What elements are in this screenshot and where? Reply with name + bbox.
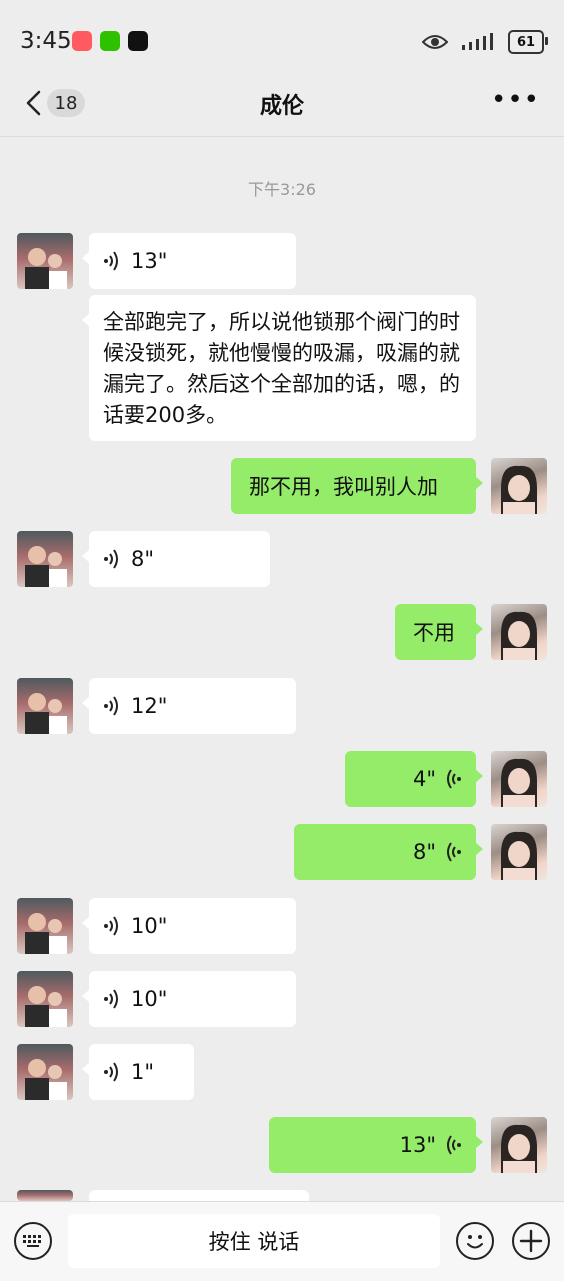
voice-wave-icon <box>104 916 118 936</box>
voice-message-bubble[interactable]: 13" <box>269 1117 483 1173</box>
voice-duration: 10" <box>131 914 168 938</box>
voice-message-bubble[interactable]: 4" <box>345 751 483 807</box>
hold-to-talk-button[interactable]: 按住 说话 <box>68 1214 440 1268</box>
plus-icon <box>519 1229 543 1253</box>
text-message-bubble[interactable]: 不用 <box>395 604 483 660</box>
message-bubble-partial <box>82 1190 309 1222</box>
voice-wave-icon <box>447 769 461 789</box>
my-avatar[interactable] <box>491 604 547 660</box>
voice-message-bubble[interactable]: 8" <box>82 531 270 587</box>
voice-duration: 13" <box>131 249 168 273</box>
message-text: 那不用，我叫别人加 <box>249 475 438 499</box>
message-text: 不用 <box>413 621 455 645</box>
voice-duration: 1" <box>131 1060 155 1084</box>
battery-level: 61 <box>516 34 536 50</box>
contact-avatar[interactable] <box>17 1190 73 1201</box>
voice-wave-icon <box>447 842 461 862</box>
status-bar: 3:45 61 <box>0 0 564 70</box>
battery-icon: 61 <box>508 30 548 54</box>
voice-duration: 12" <box>131 694 168 718</box>
contact-avatar[interactable] <box>17 898 73 954</box>
my-avatar[interactable] <box>491 1117 547 1173</box>
voice-duration: 13" <box>399 1133 436 1157</box>
my-avatar[interactable] <box>491 751 547 807</box>
more-functions-button[interactable] <box>512 1222 550 1260</box>
voice-wave-icon <box>104 549 118 569</box>
text-message-bubble[interactable]: 全部跑完了，所以说他锁那个阀门的时候没锁死，就他慢慢的吸漏，吸漏的就漏完了。然后… <box>82 295 476 441</box>
keyboard-icon <box>23 1235 41 1247</box>
keyboard-toggle-button[interactable] <box>14 1222 52 1260</box>
wechat-icon <box>100 31 120 51</box>
voice-wave-icon <box>447 1135 461 1155</box>
status-time: 3:45 <box>20 28 72 54</box>
contact-avatar[interactable] <box>17 678 73 734</box>
contact-avatar[interactable] <box>17 1044 73 1100</box>
voice-message-bubble[interactable]: 10" <box>82 971 296 1027</box>
eye-icon <box>422 35 448 49</box>
voice-message-bubble[interactable]: 12" <box>82 678 296 734</box>
my-avatar[interactable] <box>491 824 547 880</box>
app-badge-icon <box>72 31 92 51</box>
contact-avatar[interactable] <box>17 531 73 587</box>
voice-message-bubble[interactable]: 8" <box>294 824 483 880</box>
voice-wave-icon <box>104 989 118 1009</box>
voice-message-bubble[interactable]: 10" <box>82 898 296 954</box>
voice-message-bubble[interactable]: 1" <box>82 1044 194 1100</box>
text-message-bubble[interactable]: 那不用，我叫别人加 <box>231 458 483 514</box>
voice-wave-icon <box>104 696 118 716</box>
emoji-button[interactable] <box>456 1222 494 1260</box>
contact-avatar[interactable] <box>17 233 73 289</box>
smiley-icon <box>467 1235 483 1249</box>
voice-duration: 4" <box>412 767 436 791</box>
voice-wave-icon <box>104 1062 118 1082</box>
input-bar: 按住 说话 <box>0 1201 564 1281</box>
chat-header: 18 成伦 ••• <box>0 70 564 137</box>
voice-message-bubble[interactable]: 13" <box>82 233 296 289</box>
my-avatar[interactable] <box>491 458 547 514</box>
tiktok-icon <box>128 31 148 51</box>
message-text: 全部跑完了，所以说他锁那个阀门的时候没锁死，就他慢慢的吸漏，吸漏的就漏完了。然后… <box>103 310 460 427</box>
more-options-icon[interactable]: ••• <box>491 87 540 113</box>
chat-title: 成伦 <box>259 94 304 119</box>
voice-duration: 10" <box>131 987 168 1011</box>
voice-duration: 8" <box>131 547 155 571</box>
message-timestamp: 下午3:26 <box>248 180 316 199</box>
signal-icon <box>462 33 493 50</box>
voice-duration: 8" <box>412 840 436 864</box>
voice-wave-icon <box>104 251 118 271</box>
contact-avatar[interactable] <box>17 971 73 1027</box>
